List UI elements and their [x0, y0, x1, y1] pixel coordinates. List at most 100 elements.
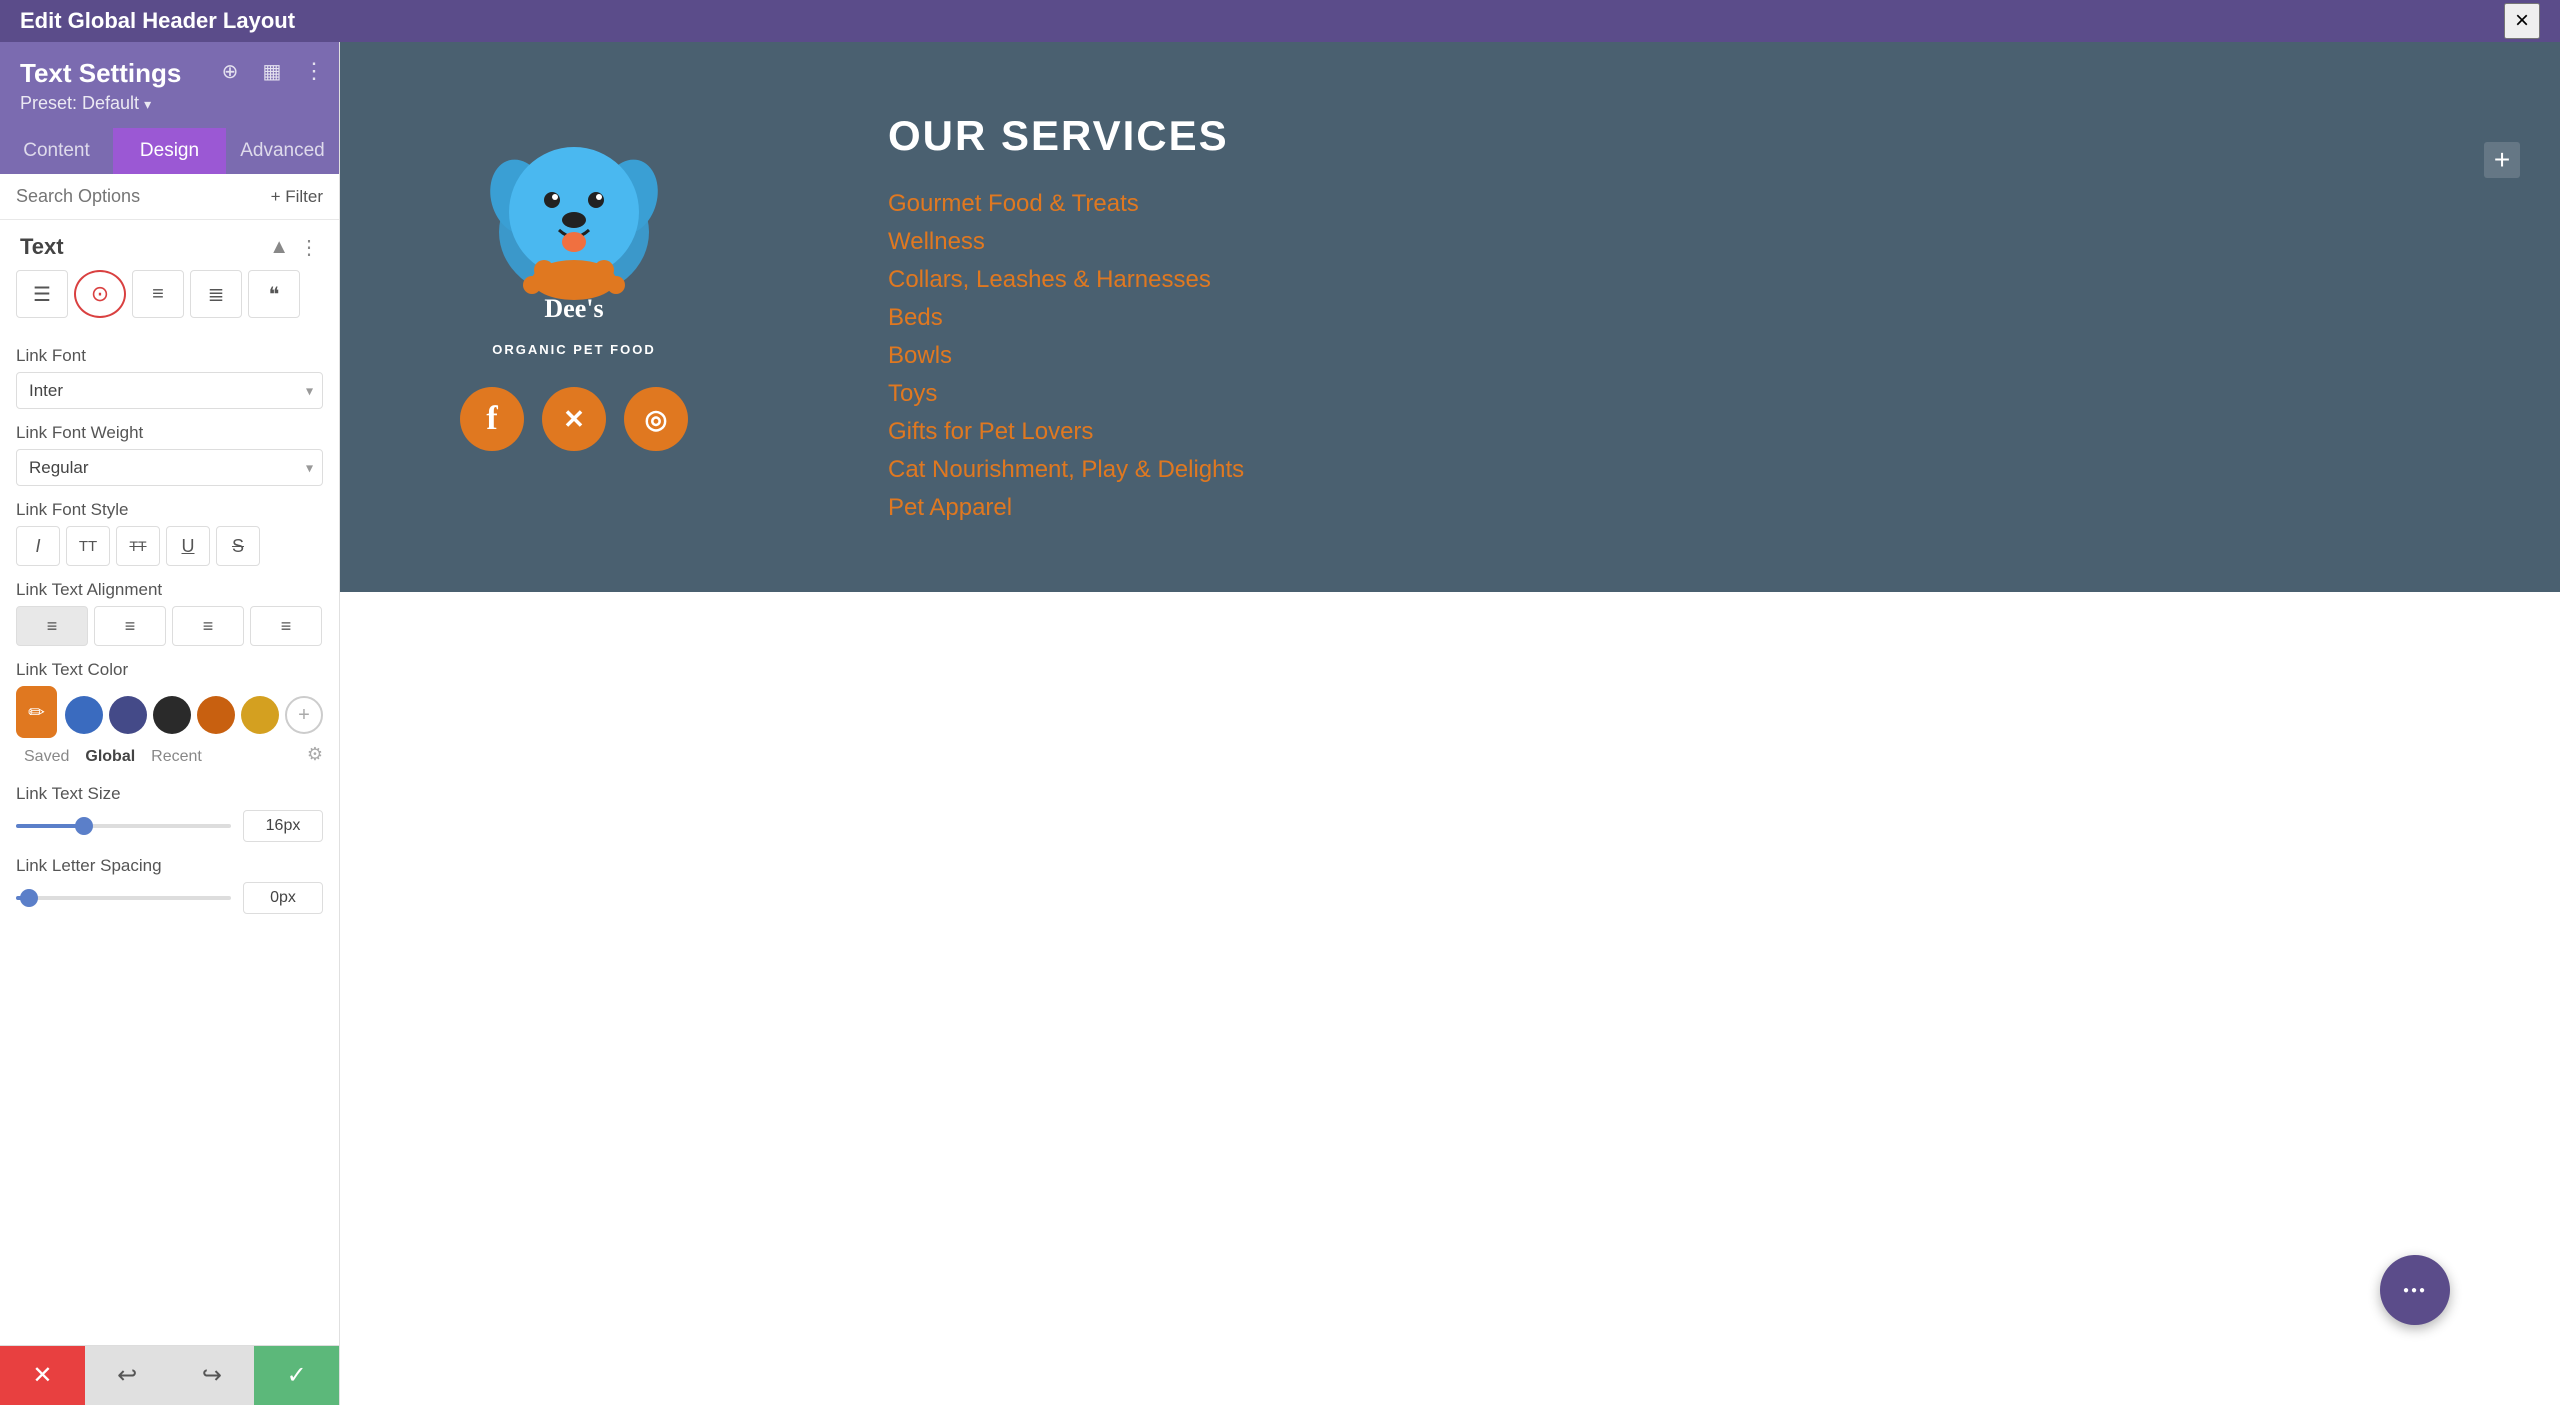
- close-button[interactable]: ×: [2504, 3, 2540, 39]
- link-font-weight-select[interactable]: Regular Bold Light Medium SemiBold: [16, 449, 323, 486]
- text-section-header: Text ▲ ⋮: [0, 220, 339, 270]
- fab-icon: ●●●: [2403, 1285, 2427, 1296]
- tabs: Content Design Advanced: [0, 128, 339, 174]
- top-bar-title: Edit Global Header Layout: [20, 8, 295, 34]
- redo-button[interactable]: ↪: [170, 1346, 255, 1405]
- link-letter-spacing-label: Link Letter Spacing: [16, 856, 323, 876]
- search-bar: + Filter: [0, 174, 339, 220]
- panel-preset: Preset: Default ▾: [20, 93, 319, 114]
- text-align-left-btn[interactable]: ≡: [16, 606, 88, 646]
- align-left-btn[interactable]: ☰: [16, 270, 68, 318]
- color-picker-button[interactable]: ✏: [16, 686, 57, 738]
- underline-btn[interactable]: U: [166, 526, 210, 566]
- capitalize-btn[interactable]: TT: [116, 526, 160, 566]
- list-item[interactable]: Bowls: [888, 342, 2440, 370]
- color-swatches: +: [65, 696, 323, 734]
- save-icon: ✓: [287, 1361, 307, 1390]
- add-swatch-btn[interactable]: +: [285, 696, 323, 734]
- link-font-weight-select-wrapper: Regular Bold Light Medium SemiBold ▾: [16, 449, 323, 486]
- link-text-alignment-label: Link Text Alignment: [16, 580, 323, 600]
- list-item[interactable]: Wellness: [888, 228, 2440, 256]
- link-text-size-input[interactable]: [243, 810, 323, 842]
- color-tab-global[interactable]: Global: [77, 744, 143, 770]
- link-font-select-wrapper: Inter Arial Georgia Helvetica Roboto ▾: [16, 372, 323, 409]
- link-text-color-label: Link Text Color: [16, 660, 323, 680]
- link-font-style-label: Link Font Style: [16, 500, 323, 520]
- swatch-orange1[interactable]: [197, 696, 235, 734]
- text-align-justify-btn[interactable]: ≡: [250, 606, 322, 646]
- target-icon-btn[interactable]: ⊕: [215, 56, 245, 86]
- list-item[interactable]: Pet Apparel: [888, 494, 2440, 522]
- cancel-button[interactable]: ✕: [0, 1346, 85, 1405]
- search-input[interactable]: [16, 186, 263, 207]
- list-item[interactable]: Collars, Leashes & Harnesses: [888, 266, 2440, 294]
- layout-icon-btn[interactable]: ▦: [257, 56, 287, 86]
- link-font-select[interactable]: Inter Arial Georgia Helvetica Roboto: [16, 372, 323, 409]
- link-letter-spacing-input[interactable]: [243, 882, 323, 914]
- align-quote-btn[interactable]: ❝: [248, 270, 300, 318]
- save-button[interactable]: ✓: [254, 1346, 339, 1405]
- text-align-buttons: ≡ ≡ ≡ ≡: [16, 606, 323, 646]
- right-panel: Dee's ORGANIC PET FOOD f ✕ ◎ our service…: [340, 42, 2560, 1405]
- preview-area: Dee's ORGANIC PET FOOD f ✕ ◎ our service…: [340, 42, 2560, 1405]
- swatch-blue[interactable]: [65, 696, 103, 734]
- swatch-orange2[interactable]: [241, 696, 279, 734]
- panel-header: Text Settings Preset: Default ▾ ⊕ ▦ ⋮: [0, 42, 339, 128]
- top-bar: Edit Global Header Layout ×: [0, 0, 2560, 42]
- main-layout: Text Settings Preset: Default ▾ ⊕ ▦ ⋮ Co…: [0, 42, 2560, 1405]
- cancel-icon: ✕: [32, 1361, 52, 1390]
- services-list: Gourmet Food & Treats Wellness Collars, …: [888, 190, 2440, 522]
- color-settings-icon[interactable]: ⚙: [307, 744, 323, 770]
- facebook-icon[interactable]: f: [460, 387, 524, 451]
- swatch-dark-blue[interactable]: [109, 696, 147, 734]
- link-letter-spacing-slider[interactable]: [16, 896, 231, 900]
- more-icon-btn[interactable]: ⋮: [299, 56, 329, 86]
- italic-btn[interactable]: I: [16, 526, 60, 566]
- strikethrough-btn[interactable]: S: [216, 526, 260, 566]
- logo-subtext: ORGANIC PET FOOD: [492, 342, 655, 357]
- font-style-buttons: I TT TT U S: [16, 526, 323, 566]
- social-icons: f ✕ ◎: [460, 387, 688, 451]
- tab-advanced[interactable]: Advanced: [226, 128, 339, 174]
- link-letter-spacing-row: [16, 882, 323, 914]
- uppercase-btn[interactable]: TT: [66, 526, 110, 566]
- preset-arrow[interactable]: ▾: [144, 96, 151, 112]
- color-tab-recent[interactable]: Recent: [143, 744, 210, 770]
- eyedropper-icon: ✏: [28, 700, 45, 725]
- collapse-icon-btn[interactable]: ▲: [269, 235, 289, 260]
- swatch-dark-gray[interactable]: [153, 696, 191, 734]
- tab-content[interactable]: Content: [0, 128, 113, 174]
- redo-icon: ↪: [202, 1361, 222, 1390]
- svg-text:Dee's: Dee's: [544, 294, 603, 322]
- text-align-right-btn[interactable]: ≡: [172, 606, 244, 646]
- color-tab-saved[interactable]: Saved: [16, 744, 77, 770]
- dots-icon-btn[interactable]: ⋮: [299, 235, 319, 260]
- instagram-icon[interactable]: ◎: [624, 387, 688, 451]
- section-icons: ▲ ⋮: [269, 235, 319, 260]
- list-item[interactable]: Cat Nourishment, Play & Delights: [888, 456, 2440, 484]
- twitter-icon[interactable]: ✕: [542, 387, 606, 451]
- header-preview: Dee's ORGANIC PET FOOD f ✕ ◎ our service…: [340, 42, 2560, 592]
- list-item[interactable]: Gifts for Pet Lovers: [888, 418, 2440, 446]
- align-list-btn[interactable]: ≡: [132, 270, 184, 318]
- services-title: our services: [888, 112, 2440, 160]
- list-item[interactable]: Toys: [888, 380, 2440, 408]
- align-indent-btn[interactable]: ≣: [190, 270, 242, 318]
- bottom-toolbar: ✕ ↩ ↪ ✓: [0, 1345, 339, 1405]
- text-align-center-btn[interactable]: ≡: [94, 606, 166, 646]
- link-font-label: Link Font: [16, 346, 323, 366]
- add-section-button[interactable]: +: [2484, 142, 2520, 178]
- logo-image: Dee's: [464, 102, 684, 322]
- align-center-btn[interactable]: ⊙: [74, 270, 126, 318]
- link-text-size-slider[interactable]: [16, 824, 231, 828]
- link-font-weight-label: Link Font Weight: [16, 423, 323, 443]
- undo-button[interactable]: ↩: [85, 1346, 170, 1405]
- fab-button[interactable]: ●●●: [2380, 1255, 2450, 1325]
- list-item[interactable]: Beds: [888, 304, 2440, 332]
- filter-button[interactable]: + Filter: [271, 187, 323, 207]
- list-item[interactable]: Gourmet Food & Treats: [888, 190, 2440, 218]
- tab-design[interactable]: Design: [113, 128, 226, 174]
- color-tabs: Saved Global Recent ⚙: [16, 744, 323, 770]
- text-section-label: Text: [20, 234, 64, 260]
- undo-icon: ↩: [117, 1361, 137, 1390]
